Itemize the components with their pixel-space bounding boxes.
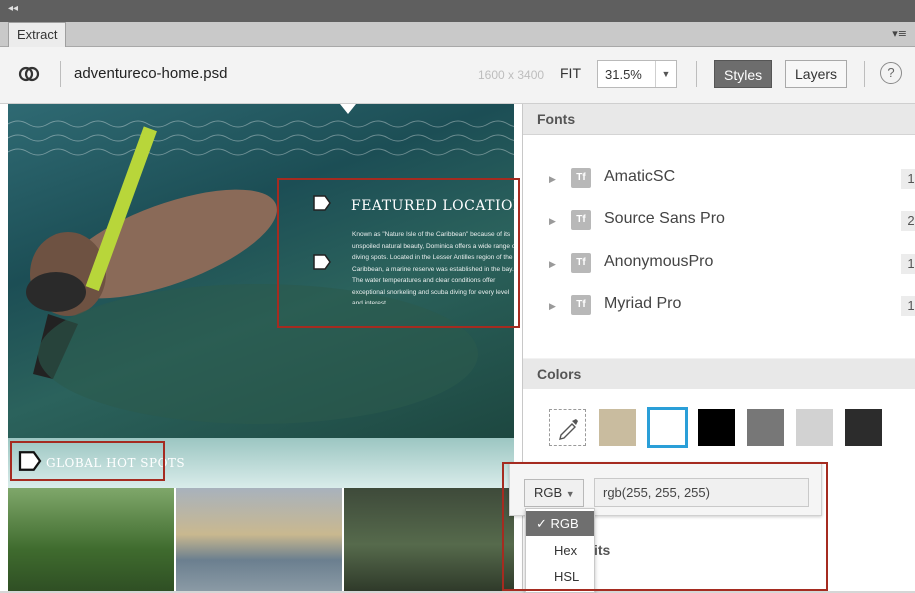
font-name: Source Sans Pro [604, 210, 725, 227]
color-swatch-selected[interactable] [647, 407, 688, 448]
chevron-down-icon[interactable]: ▼ [655, 61, 676, 87]
fonts-section-header[interactable]: Fonts [523, 104, 915, 135]
eyedropper-icon [559, 419, 578, 440]
font-usage-count: 1 [901, 254, 915, 274]
fit-button[interactable]: FIT [560, 65, 581, 81]
font-usage-count: 2 [901, 211, 915, 231]
help-icon[interactable]: ? [880, 62, 902, 84]
hot-spot-photo[interactable] [176, 488, 342, 591]
layers-button[interactable]: Layers [785, 60, 848, 88]
font-item[interactable]: ▶ Tf Source Sans Pro 2 [523, 203, 915, 243]
font-item[interactable]: ▶ Tf AmaticSC 1 [523, 161, 915, 201]
color-swatch[interactable] [698, 409, 735, 446]
collapse-icon[interactable]: ◂◂ [8, 3, 18, 14]
color-swatch[interactable] [796, 409, 833, 446]
expand-triangle-icon[interactable]: ▶ [549, 216, 556, 227]
document-dimensions: 1600 x 3400 [478, 68, 545, 82]
highlight-box [10, 441, 165, 481]
extract-toolbar: adventureco-home.psd 1600 x 3400 FIT 31.… [0, 47, 915, 104]
hot-spot-photo[interactable] [8, 488, 174, 591]
toolbar-divider [696, 61, 697, 87]
psd-preview-canvas[interactable]: FEATURED LOCATION : DOMINICA Known as "N… [0, 104, 522, 591]
fonts-header-label: Fonts [537, 111, 576, 127]
font-usage-count: 1 [901, 296, 915, 316]
highlight-box [502, 462, 828, 591]
font-name: AnonymousPro [604, 253, 714, 270]
file-name: adventureco-home.psd [74, 65, 228, 82]
eyedropper-swatch[interactable] [549, 409, 586, 446]
hot-spot-photo[interactable] [344, 488, 514, 591]
font-usage-count: 1 [901, 169, 915, 189]
zoom-select[interactable]: 31.5% ▼ [597, 60, 677, 88]
font-item[interactable]: ▶ Tf Myriad Pro 1 [523, 288, 915, 328]
toolbar-divider [864, 61, 865, 87]
panel-title-bar: ◂◂ [0, 0, 915, 22]
toolbar-divider [60, 61, 61, 87]
typekit-font-icon: Tf [571, 253, 591, 273]
expand-triangle-icon[interactable]: ▶ [549, 259, 556, 270]
styles-button[interactable]: Styles [714, 60, 773, 88]
color-swatch[interactable] [599, 409, 636, 446]
colors-section-header[interactable]: Colors [523, 359, 915, 390]
tab-strip: Extract ▾≡ [0, 22, 915, 47]
typekit-font-icon: Tf [571, 168, 591, 188]
typekit-font-icon: Tf [571, 295, 591, 315]
color-swatch[interactable] [747, 409, 784, 446]
colors-header-label: Colors [537, 366, 582, 382]
font-name: AmaticSC [604, 168, 676, 185]
panel-menu-icon[interactable]: ▾≡ [892, 27, 907, 40]
expand-triangle-icon[interactable]: ▶ [549, 174, 556, 185]
font-name: Myriad Pro [604, 295, 682, 312]
highlight-box [277, 178, 520, 328]
expand-triangle-icon[interactable]: ▶ [549, 301, 556, 312]
font-list: ▶ Tf AmaticSC 1 ▶ Tf Source Sans Pro 2 ▶… [523, 135, 915, 358]
color-swatch[interactable] [845, 409, 882, 446]
zoom-value: 31.5% [605, 67, 642, 82]
typekit-font-icon: Tf [571, 210, 591, 230]
tab-extract[interactable]: Extract [8, 22, 67, 47]
creative-cloud-icon[interactable] [18, 63, 40, 85]
font-item[interactable]: ▶ Tf AnonymousPro 1 [523, 246, 915, 286]
